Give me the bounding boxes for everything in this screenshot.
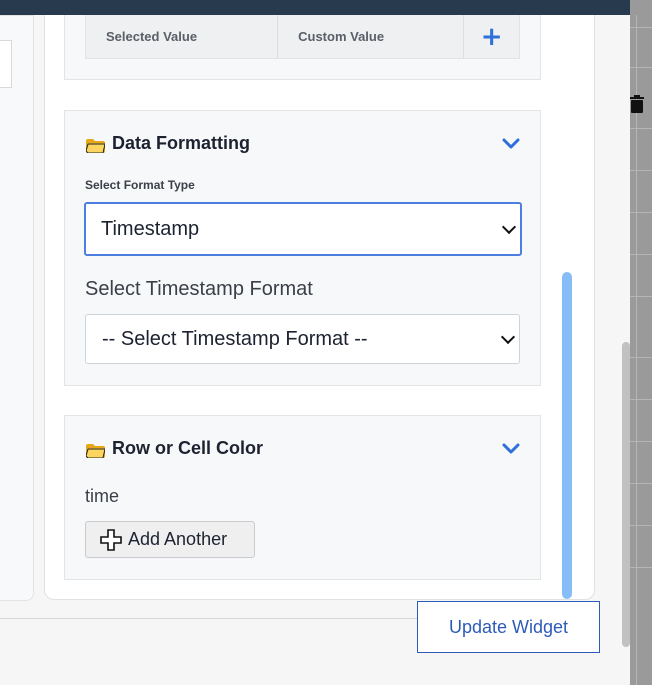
page-scrollbar-thumb[interactable]	[622, 342, 630, 647]
chevron-down-icon	[500, 329, 516, 345]
background-grid-line	[630, 525, 652, 526]
trash-icon[interactable]	[630, 95, 644, 117]
card-scrollbar-thumb[interactable]	[562, 272, 572, 599]
header-selected-value: Selected Value	[106, 29, 198, 44]
background-grid-line	[630, 483, 652, 484]
background-grid-line	[630, 212, 652, 213]
footer-divider	[0, 618, 417, 619]
plus-icon	[100, 528, 122, 551]
timestamp-format-select[interactable]: -- Select Timestamp Format --	[85, 314, 520, 364]
folder-icon	[85, 442, 106, 458]
background-grid-line	[630, 441, 652, 442]
background-grid-line	[630, 128, 652, 129]
window-top-bar	[0, 0, 630, 15]
format-type-label: Select Format Type	[85, 178, 195, 192]
background-grid-line	[630, 170, 652, 171]
background-grid-line	[630, 357, 652, 358]
value-mapping-section: Selected Value Custom Value +	[64, 15, 541, 80]
plus-icon: +	[480, 21, 503, 52]
left-panel-box	[0, 40, 12, 88]
background-grid-line	[630, 27, 652, 28]
format-type-value: Timestamp	[101, 217, 200, 240]
update-widget-button[interactable]: Update Widget	[417, 601, 600, 653]
add-mapping-button[interactable]: +	[463, 15, 519, 58]
row-cell-color-title: Row or Cell Color	[112, 438, 264, 458]
left-panel	[0, 15, 34, 601]
field-label-time: time	[85, 486, 120, 506]
add-another-label: Add Another	[128, 529, 228, 549]
data-formatting-title: Data Formatting	[112, 133, 251, 153]
add-another-button[interactable]: Add Another	[85, 521, 255, 558]
timestamp-format-label: Select Timestamp Format	[85, 278, 313, 300]
row-cell-color-header[interactable]: Row or Cell Color	[85, 438, 264, 459]
format-type-select[interactable]: Timestamp	[84, 202, 522, 256]
chevron-down-icon	[501, 219, 517, 235]
header-custom-value: Custom Value	[277, 15, 463, 58]
chevron-down-icon[interactable]	[502, 135, 520, 153]
row-cell-color-section: Row or Cell Color time Add Another	[64, 415, 541, 580]
background-grid-line	[630, 67, 652, 68]
data-formatting-header[interactable]: Data Formatting	[85, 133, 251, 154]
folder-icon	[85, 137, 106, 153]
timestamp-format-value: -- Select Timestamp Format --	[102, 327, 368, 350]
background-grid-line	[630, 254, 652, 255]
background-grid-line	[630, 567, 652, 568]
value-mapping-table-header: Selected Value Custom Value +	[85, 15, 520, 59]
chevron-down-icon[interactable]	[502, 440, 520, 458]
background-grid-line	[630, 399, 652, 400]
data-formatting-section: Data Formatting Select Format Type Times…	[64, 110, 541, 386]
background-grid-line	[630, 296, 652, 297]
